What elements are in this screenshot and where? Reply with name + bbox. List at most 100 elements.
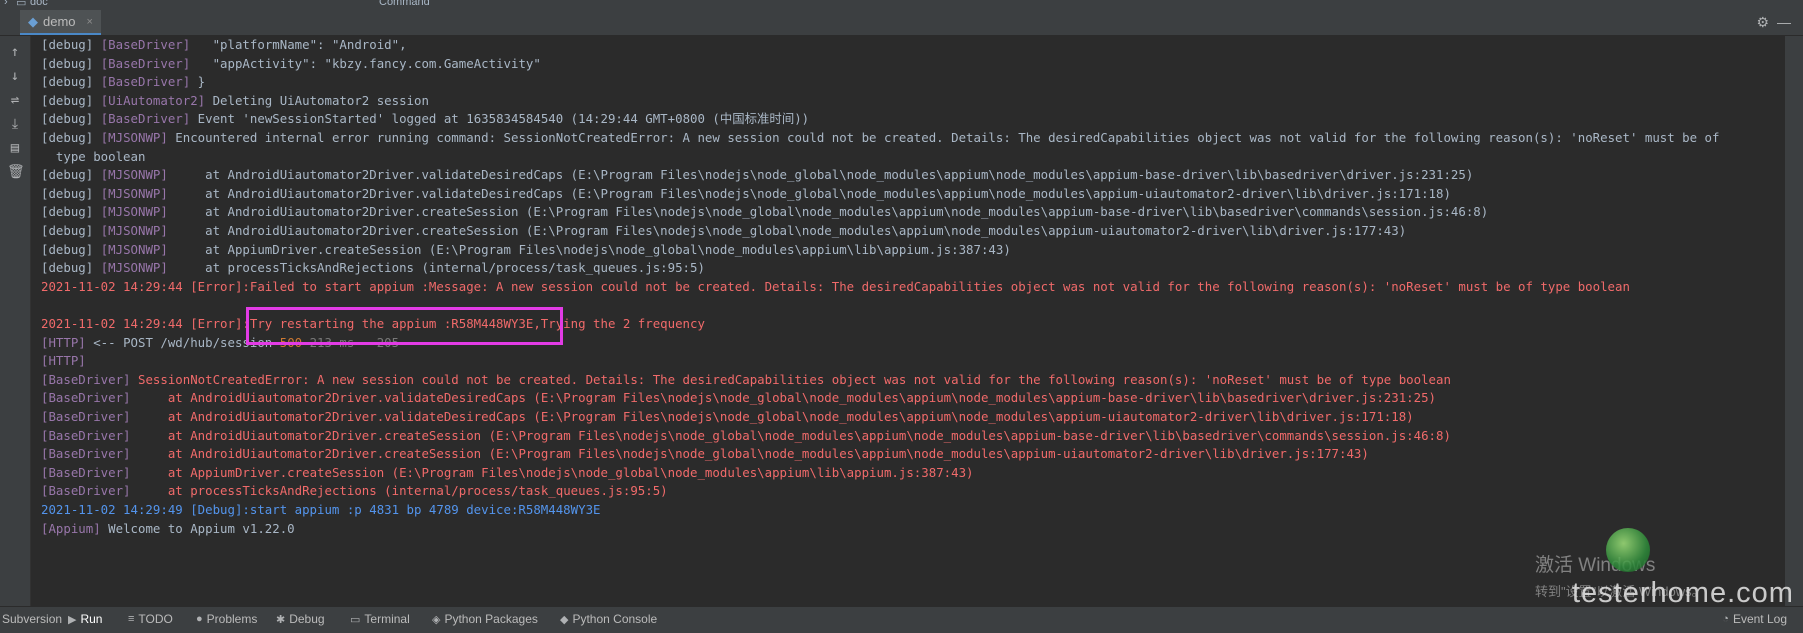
problems-icon: ● bbox=[196, 613, 203, 625]
event-log-button[interactable]: ◔ Event Log bbox=[1722, 612, 1787, 626]
console-line: [debug] [BaseDriver] Event 'newSessionSt… bbox=[41, 110, 809, 128]
tab-debug[interactable]: ✱ Debug bbox=[276, 612, 325, 626]
console-text-segment: [MJSONWP] bbox=[100, 241, 168, 257]
console-line: [BaseDriver] at AndroidUiautomator2Drive… bbox=[41, 408, 1414, 426]
console-line: [debug] [MJSONWP] at processTicksAndReje… bbox=[41, 259, 705, 277]
console-text-segment: [BaseDriver] bbox=[41, 464, 131, 480]
folder-icon: ▭ bbox=[16, 0, 27, 9]
tab-label: demo bbox=[43, 14, 76, 29]
tab-problems[interactable]: ● Problems bbox=[196, 612, 257, 626]
console-text-segment: [debug] bbox=[41, 55, 101, 71]
console-output[interactable]: [debug] [BaseDriver] "platformName": "An… bbox=[31, 36, 1785, 606]
command-label: Command bbox=[379, 0, 430, 8]
console-text-segment: "platformName": "Android", bbox=[190, 37, 407, 52]
console-text-segment: [MJSONWP] bbox=[100, 260, 168, 276]
tab-python-packages[interactable]: ◈ Python Packages bbox=[432, 612, 538, 626]
console-text-segment: [debug] bbox=[41, 223, 101, 238]
close-icon[interactable]: × bbox=[87, 16, 93, 28]
console-text-segment: [debug] bbox=[41, 130, 101, 145]
console-text-segment: [HTTP] bbox=[41, 353, 86, 369]
console-text-segment: [MJSONWP] bbox=[100, 185, 168, 201]
console-text-segment: [MJSONWP] bbox=[100, 204, 168, 220]
console-line: [debug] [MJSONWP] at AndroidUiautomator2… bbox=[41, 185, 1451, 203]
console-text-segment: [MJSONWP] bbox=[100, 167, 168, 183]
console-line: [BaseDriver] at AndroidUiautomator2Drive… bbox=[41, 445, 1369, 463]
console-text-segment: at AppiumDriver.createSession (E:\Progra… bbox=[167, 241, 1011, 257]
console-text-segment: [BaseDriver] bbox=[41, 409, 131, 424]
console-text-segment: [BaseDriver] bbox=[100, 74, 191, 90]
tab-run[interactable]: ▶ Run bbox=[68, 612, 102, 626]
console-text-segment: [BaseDriver] bbox=[100, 37, 191, 52]
python-packages-icon: ◈ bbox=[432, 613, 441, 626]
run-tab-bar: ◆ demo × ⚙ — bbox=[0, 10, 1803, 36]
tab-subversion[interactable]: Subversion bbox=[2, 612, 62, 626]
console-text-segment: Welcome to Appium v1.22.0 bbox=[100, 520, 295, 536]
console-text-segment: [debug] bbox=[41, 241, 101, 257]
globe-logo-icon bbox=[1606, 528, 1650, 572]
console-text-segment: type boolean bbox=[41, 148, 146, 164]
console-line: [BaseDriver] at AndroidUiautomator2Drive… bbox=[41, 389, 1436, 407]
tab-label: Subversion bbox=[2, 612, 63, 626]
console-text-segment: [debug] bbox=[41, 111, 101, 127]
console-text-segment: [BaseDriver] bbox=[100, 111, 191, 127]
console-text-segment: Deleting UiAutomator2 session bbox=[205, 92, 429, 108]
terminal-icon: ▭ bbox=[350, 613, 361, 626]
arrow-down-icon[interactable]: ↓ bbox=[7, 68, 23, 84]
console-line: type boolean bbox=[41, 148, 146, 166]
run-icon: ▶ bbox=[68, 613, 77, 626]
console-text-segment: } bbox=[190, 74, 206, 90]
console-text-segment: at AndroidUiautomator2Driver.createSessi… bbox=[167, 223, 1407, 238]
tab-label: Terminal bbox=[364, 612, 410, 626]
console-line: [debug] [MJSONWP] at AndroidUiautomator2… bbox=[41, 166, 1473, 184]
bottom-tool-window-bar: ◔ Event Log Subversion ▶ Run ≡ TODO ● Problems… bbox=[0, 606, 1803, 633]
console-text-segment: at AndroidUiautomator2Driver.createSessi… bbox=[130, 427, 1451, 443]
console-line: [HTTP] <-- POST /wd/hub/session 500 213 … bbox=[41, 334, 399, 352]
console-text-segment: "appActivity": "kbzy.fancy.com.GameActiv… bbox=[190, 55, 541, 71]
todo-icon: ≡ bbox=[128, 613, 135, 625]
console-text-segment: [debug] bbox=[41, 204, 101, 220]
console-text-segment: <-- POST /wd/hub/session bbox=[85, 334, 280, 350]
tab-label: Python Console bbox=[572, 612, 658, 626]
console-text-segment: 500 bbox=[279, 334, 303, 350]
console-line: [BaseDriver] at processTicksAndRejection… bbox=[41, 482, 668, 500]
gear-icon[interactable]: ⚙ bbox=[1756, 14, 1769, 31]
print-icon[interactable]: ▤ bbox=[7, 140, 23, 156]
console-text-segment: [debug] bbox=[41, 260, 101, 276]
console-line: 2021-11-02 14:29:49 [Debug]:start appium… bbox=[41, 501, 601, 519]
chevron-right-icon[interactable]: › bbox=[4, 0, 8, 8]
minimize-icon[interactable]: — bbox=[1777, 14, 1791, 30]
console-text-segment: at AppiumDriver.createSession (E:\Progra… bbox=[130, 464, 974, 480]
event-log-icon: ◔ bbox=[1722, 613, 1729, 625]
console-line: [debug] [BaseDriver] "appActivity": "kbz… bbox=[41, 55, 541, 73]
console-text-segment: [Appium] bbox=[41, 520, 101, 536]
console-line: [debug] [UiAutomator2] Deleting UiAutoma… bbox=[41, 92, 429, 110]
right-gutter bbox=[1785, 36, 1803, 606]
console-text-segment: 213 ms - 205 bbox=[302, 334, 400, 350]
console-text-segment: [debug] bbox=[41, 167, 101, 183]
tab-label: Run bbox=[80, 612, 103, 626]
console-text-segment: at AndroidUiautomator2Driver.validateDes… bbox=[130, 409, 1414, 424]
project-name[interactable]: doc bbox=[30, 0, 48, 8]
tab-label: TODO bbox=[138, 612, 173, 626]
console-line: [debug] [BaseDriver] "platformName": "An… bbox=[41, 36, 407, 54]
debug-icon: ✱ bbox=[276, 613, 286, 626]
console-text-segment: at AndroidUiautomator2Driver.createSessi… bbox=[130, 446, 1369, 462]
tab-terminal[interactable]: ▭ Terminal bbox=[350, 612, 410, 626]
console-text-segment: [MJSONWP] bbox=[100, 130, 168, 145]
top-strip: › ▭ doc Command bbox=[0, 0, 1803, 10]
console-line: 2021-11-02 14:29:44 [Error]:Failed to st… bbox=[41, 278, 1630, 296]
tab-python-console[interactable]: ◆ Python Console bbox=[560, 612, 657, 626]
console-text-segment: 2021-11-02 14:29:44 [Error]:Try restarti… bbox=[41, 316, 705, 331]
arrow-up-icon[interactable]: ↑ bbox=[7, 44, 23, 60]
console-text-segment: [debug] bbox=[41, 37, 101, 52]
console-text-segment: 2021-11-02 14:29:49 [Debug]:start appium… bbox=[41, 502, 601, 517]
trash-icon[interactable]: 🗑 bbox=[7, 164, 25, 180]
console-text-segment: at AndroidUiautomator2Driver.validateDes… bbox=[167, 167, 1474, 183]
console-text-segment: at AndroidUiautomator2Driver.validateDes… bbox=[130, 390, 1436, 406]
scroll-to-end-icon[interactable]: ⤓ bbox=[7, 116, 23, 132]
tab-demo[interactable]: ◆ demo × bbox=[20, 10, 101, 35]
tab-todo[interactable]: ≡ TODO bbox=[128, 612, 173, 626]
console-text-segment: [debug] bbox=[41, 185, 101, 201]
console-line: [HTTP] bbox=[41, 352, 86, 370]
soft-wrap-icon[interactable]: ⇌ bbox=[7, 92, 23, 108]
